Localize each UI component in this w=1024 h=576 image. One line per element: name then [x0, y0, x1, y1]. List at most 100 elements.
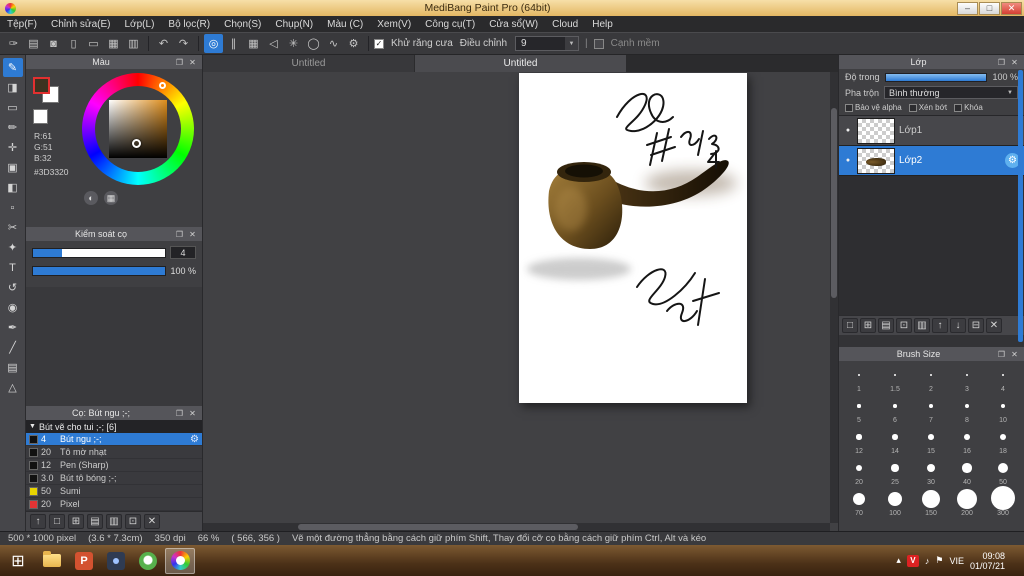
popout-icon[interactable]: ❐ — [174, 409, 185, 418]
chevron-down-icon[interactable]: ▼ — [565, 37, 579, 50]
menu-item-help[interactable]: Help — [585, 16, 620, 32]
brush-size-slider[interactable] — [32, 247, 166, 258]
brush-size-option[interactable]: 6 — [877, 395, 913, 426]
material-tool-icon[interactable]: ▤ — [3, 358, 23, 377]
clipping-checkbox[interactable] — [908, 103, 917, 112]
lasso-tool-icon[interactable]: ✂ — [3, 218, 23, 237]
brush-size-option[interactable]: 7 — [913, 395, 949, 426]
page-portrait-icon[interactable]: ▯ — [64, 34, 83, 53]
antivirus-tray-icon[interactable]: V — [906, 554, 919, 567]
brush-size-option[interactable]: 1.5 — [877, 364, 913, 395]
snap-off-icon[interactable]: ◎ — [204, 34, 223, 53]
clipping-option[interactable]: Xén bớt — [908, 103, 947, 112]
app-taskbar-icon[interactable] — [101, 548, 131, 574]
spectrum-mode-icon[interactable]: ◐ — [84, 191, 98, 205]
move-layer-down-icon[interactable]: ↓ — [950, 318, 966, 333]
sv-cursor[interactable] — [132, 139, 141, 148]
select-rect-tool-icon[interactable]: ▭ — [3, 98, 23, 117]
page-landscape-icon[interactable]: ▭ — [84, 34, 103, 53]
brush-size-option[interactable]: 8 — [949, 395, 985, 426]
maximize-button[interactable]: □ — [979, 1, 1000, 15]
comment-icon[interactable]: ◙ — [44, 34, 63, 53]
network-icon[interactable]: ⚑ — [935, 555, 943, 566]
brush-size-option[interactable]: 2 — [913, 364, 949, 395]
close-icon[interactable]: ✕ — [187, 230, 198, 239]
snap-ellipse-icon[interactable]: ◯ — [304, 34, 323, 53]
brush-size-option[interactable]: 18 — [985, 426, 1021, 457]
vertical-scrollbar[interactable] — [830, 72, 838, 523]
clipboard-icon[interactable]: ▤ — [24, 34, 43, 53]
brush-size-option[interactable]: 12 — [841, 426, 877, 457]
menu-item-select[interactable]: Chọn(S) — [217, 16, 268, 32]
measure-tool-icon[interactable]: △ — [3, 378, 23, 397]
clear-layer-icon[interactable]: ▥ — [914, 318, 930, 333]
brush-size-option[interactable]: 5 — [841, 395, 877, 426]
duplicate-brush-icon[interactable]: ⊡ — [125, 514, 141, 529]
close-icon[interactable]: ✕ — [187, 409, 198, 418]
brush-size-option[interactable]: 20 — [841, 457, 877, 488]
snap-vanishing-icon[interactable]: ◁ — [264, 34, 283, 53]
new-brush-icon[interactable]: □ — [49, 514, 65, 529]
brush-size-option[interactable]: 10 — [985, 395, 1021, 426]
transparent-color-swatch[interactable] — [33, 109, 48, 124]
menu-item-filter[interactable]: Bộ lọc(R) — [161, 16, 217, 32]
brush-opacity-slider[interactable] — [32, 266, 167, 276]
text-tool-icon[interactable]: T — [3, 258, 23, 277]
menu-item-window[interactable]: Cửa sổ(W) — [482, 16, 545, 32]
brush-size-option[interactable]: 1 — [841, 364, 877, 395]
brush-item[interactable]: 50 Sumi — [26, 485, 202, 498]
gradient-tool-icon[interactable]: ◧ — [3, 178, 23, 197]
brush-size-option[interactable]: 16 — [949, 426, 985, 457]
brush-2-tool-icon[interactable]: ✏ — [3, 118, 23, 137]
palette-grid-icon[interactable]: ▦ — [104, 191, 118, 205]
delete-layer-icon[interactable]: ✕ — [986, 318, 1002, 333]
move-tool-icon[interactable]: ✛ — [3, 138, 23, 157]
layer-row[interactable]: ● Lớp1 — [839, 116, 1024, 146]
layer-opacity-slider[interactable] — [884, 72, 988, 82]
merge-down-icon[interactable]: ⊡ — [896, 318, 912, 333]
canvas-viewport[interactable] — [203, 72, 830, 523]
clock[interactable]: 09:08 01/07/21 — [970, 551, 1005, 571]
brush-size-option[interactable]: 4 — [985, 364, 1021, 395]
popout-icon[interactable]: ❐ — [996, 350, 1007, 359]
move-layer-up-icon[interactable]: ↑ — [932, 318, 948, 333]
document-tab-active[interactable]: Untitled — [415, 55, 627, 72]
layer-row-selected[interactable]: ● Lớp2 ⚙ — [839, 146, 1024, 176]
brush-item[interactable]: 12 Pen (Sharp) — [26, 459, 202, 472]
visibility-eye-icon[interactable]: ● — [843, 127, 853, 134]
brush-size-option[interactable]: 50 — [985, 457, 1021, 488]
brush-size-option[interactable]: 25 — [877, 457, 913, 488]
brush-tool-icon[interactable]: ✎ — [2, 58, 23, 77]
volume-icon[interactable]: ♪ — [925, 556, 930, 566]
visibility-eye-icon[interactable]: ● — [843, 157, 853, 164]
brush-size-option[interactable]: 15 — [913, 426, 949, 457]
brush-size-value[interactable]: 4 — [170, 246, 196, 259]
soft-edge-checkbox[interactable] — [593, 38, 604, 49]
lock-option[interactable]: Khóa — [954, 103, 983, 112]
brush-cursor-icon[interactable]: ✑ — [4, 34, 23, 53]
start-button[interactable]: ⊞ — [0, 545, 36, 576]
menu-item-edit[interactable]: Chỉnh sửa(E) — [44, 16, 118, 32]
hidden-icons-chevron[interactable]: ▴ — [896, 555, 901, 566]
pen-tool-icon[interactable]: ✒ — [3, 318, 23, 337]
snap-settings-icon[interactable]: ⚙ — [344, 34, 363, 53]
redo-icon[interactable]: ↷ — [174, 34, 193, 53]
brush-item[interactable]: 20 Pixel — [26, 498, 202, 511]
blend-mode-dropdown[interactable]: Bình thường ▼ — [884, 86, 1018, 99]
combine-layer-icon[interactable]: ⊟ — [968, 318, 984, 333]
new-layer-icon[interactable]: □ — [842, 318, 858, 333]
menu-item-snap[interactable]: Chụp(N) — [268, 16, 320, 32]
eyedropper-tool-icon[interactable]: ◉ — [3, 298, 23, 317]
close-button[interactable]: ✕ — [1001, 1, 1022, 15]
menu-item-cloud[interactable]: Cloud — [545, 16, 585, 32]
collapse-arrow-icon[interactable]: ▼ — [29, 423, 36, 430]
brush-size-option[interactable]: 150 — [913, 488, 949, 519]
divide-tool-icon[interactable]: ╱ — [3, 338, 23, 357]
snap-parallel-icon[interactable]: ∥ — [224, 34, 243, 53]
brush-size-option[interactable]: 3 — [949, 364, 985, 395]
brush-size-option[interactable]: 200 — [949, 488, 985, 519]
menu-item-tools[interactable]: Công cụ(T) — [418, 16, 482, 32]
gear-icon[interactable]: ⚙ — [190, 434, 199, 445]
add-folder-icon[interactable]: ▤ — [87, 514, 103, 529]
collapse-icon[interactable]: ↑ — [30, 514, 46, 529]
